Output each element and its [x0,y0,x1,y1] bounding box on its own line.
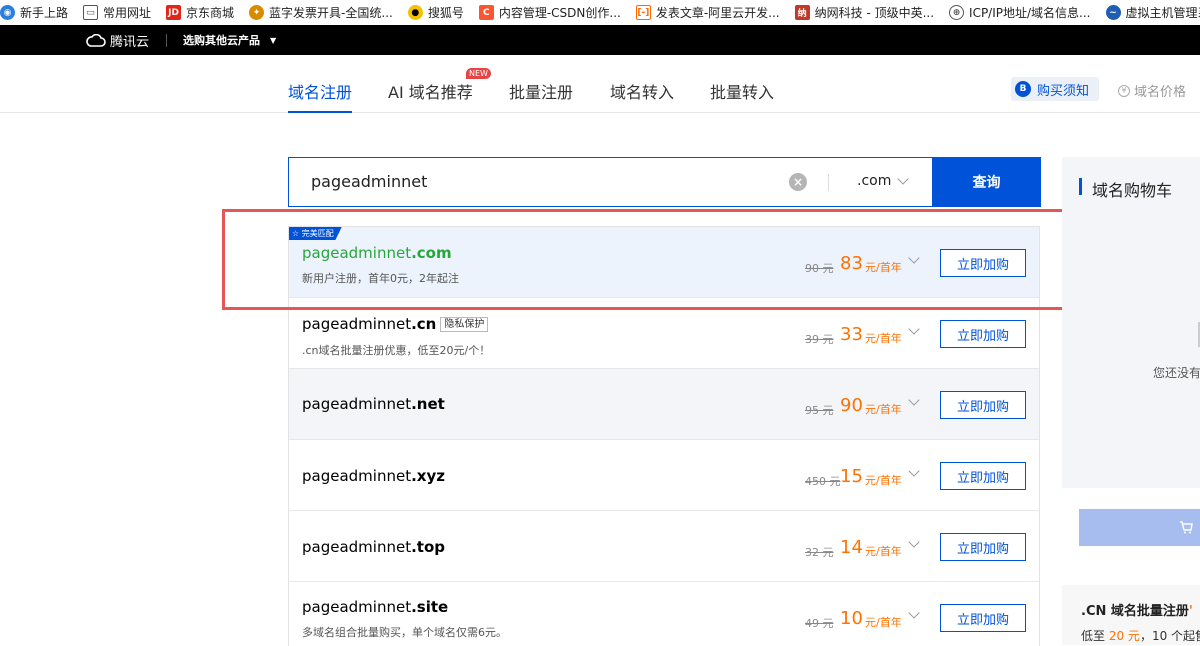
add-to-cart-button[interactable]: 立即加购 [940,391,1026,419]
table-row: pageadminnet.net 95 元 90 元/首年 立即加购 [289,369,1039,440]
chevron-down-icon[interactable] [908,465,919,476]
tab-batch-register[interactable]: 批量注册 [509,79,573,103]
bookmark-item[interactable]: ◉新手上路 [0,4,68,21]
bookmark-item[interactable]: ✦蓝字发票开具-全国统... [249,4,393,21]
active-tab-indicator [288,111,352,113]
globe-icon: ⊕ [949,5,964,20]
bookmark-item[interactable]: ●搜狐号 [408,4,464,21]
bookmark-item[interactable]: JD京东商城 [166,4,234,21]
caret-down-icon: ▼ [270,36,276,45]
tab-domain-register[interactable]: 域名注册 [288,79,352,103]
domain-desc: 多域名组合批量购买，单个域名仅需6元。 [302,624,507,640]
original-price: 39 元 [805,331,834,347]
divider [828,174,829,191]
tab-batch-transfer[interactable]: 批量转入 [710,79,774,103]
domain-name: pageadminnet.top [302,538,445,556]
bookmark-item[interactable]: ▭常用网址 [83,4,151,21]
chevron-down-icon[interactable] [908,394,919,405]
table-row: pageadminnet.site 多域名组合批量购买，单个域名仅需6元。 49… [289,582,1039,646]
clear-icon[interactable]: × [789,173,807,191]
domain-desc: .cn域名批量注册优惠，低至20元/个！ [302,342,490,358]
bookmark-item[interactable]: C内容管理-CSDN创作... [479,4,621,21]
tab-domain-transfer[interactable]: 域名转入 [610,79,674,103]
bookmark-item[interactable]: ~虚拟主机管理系统 [1106,4,1200,21]
cart-icon [1179,521,1193,534]
domain-name: pageadminnet.net [302,395,445,413]
bookmark-item[interactable]: 纳纳网科技 - 顶级中英... [795,4,934,21]
host-icon: ~ [1106,5,1121,20]
cloud-icon [86,34,106,48]
price: 90 [840,395,863,416]
sohu-icon: ● [408,5,423,20]
price-unit: 元/首年 [865,614,902,630]
yen-icon: ¥ [1118,85,1130,97]
domain-price-link[interactable]: ¥ 域名价格 [1118,81,1186,100]
price-unit: 元/首年 [865,401,902,417]
purchase-notice-button[interactable]: B 购买须知 [1011,77,1099,101]
price-unit: 元/首年 [865,330,902,346]
jd-icon: JD [166,5,181,20]
price-unit: 元/首年 [865,472,902,488]
original-price: 49 元 [805,615,834,631]
chevron-down-icon [898,173,909,184]
domain-name: pageadminnet.site [302,598,448,616]
aliyun-icon: [-] [636,5,651,20]
csdn-icon: C [479,5,494,20]
cart-empty-text: 您还没有 [1153,364,1200,381]
original-price: 32 元 [805,544,834,560]
bookmarks-bar: ◉新手上路 ▭常用网址 JD京东商城 ✦蓝字发票开具-全国统... ●搜狐号 C… [0,0,1200,25]
cart-title: 域名购物车 [1092,177,1172,201]
domain-search-box: pageadminnet × .com 查询 [288,157,1040,207]
chevron-down-icon[interactable] [908,323,919,334]
divider [166,34,167,47]
promo-text: 低至 20 元，10 个起售 [1081,627,1200,644]
price-unit: 元/首年 [865,543,902,559]
original-price: 95 元 [805,402,834,418]
chevron-down-icon[interactable] [908,536,919,547]
table-row: pageadminnet.top 32 元 14 元/首年 立即加购 [289,511,1039,582]
book-icon: B [1015,81,1031,97]
cn-promo-card[interactable]: .CN 域名批量注册' 低至 20 元，10 个起售 [1062,585,1200,645]
product-menu-dropdown[interactable]: 选购其他云产品 ▼ [183,32,276,48]
add-to-cart-button[interactable]: 立即加购 [940,533,1026,561]
tencent-cloud-logo[interactable]: 腾讯云 [86,31,149,50]
privacy-tag: 隐私保护 [440,317,488,332]
price: 14 [840,537,863,558]
globe-icon: ◉ [0,5,15,20]
bookmark-item[interactable]: ⊕ICP/IP地址/域名信息... [949,4,1090,21]
bookmark-item[interactable]: [-]发表文章-阿里云开发... [636,4,780,21]
chevron-down-icon[interactable] [908,607,919,618]
suffix-select[interactable]: .com [857,173,907,189]
price: 33 [840,324,863,345]
emblem-icon: ✦ [249,5,264,20]
add-to-cart-button[interactable]: 立即加购 [940,462,1026,490]
folder-icon: ▭ [83,5,98,20]
promo-title: .CN 域名批量注册' [1081,600,1193,619]
top-nav-bar: 腾讯云 选购其他云产品 ▼ [0,25,1200,55]
domain-name: pageadminnet.xyz [302,467,445,485]
tab-ai-domain[interactable]: AI 域名推荐 [388,79,473,103]
add-to-cart-button[interactable]: 立即加购 [940,604,1026,632]
checkout-button[interactable] [1079,509,1200,546]
domain-cart-panel: 域名购物车 您还没有 [1062,157,1200,488]
new-badge: NEW [466,68,491,79]
highlight-frame [222,209,1076,310]
price: 10 [840,608,863,629]
title-accent-bar [1079,178,1082,195]
add-to-cart-button[interactable]: 立即加购 [940,320,1026,348]
search-input[interactable]: pageadminnet [311,172,427,191]
table-row: pageadminnet.xyz 450 元 15 元/首年 立即加购 [289,440,1039,511]
query-button[interactable]: 查询 [932,157,1041,207]
original-price: 450 元 [805,473,841,489]
domain-tabs: 域名注册 AI 域名推荐 NEW 批量注册 域名转入 批量转入 B 购买须知 ¥… [0,55,1200,113]
domain-name: pageadminnet.cn隐私保护 [302,315,488,333]
price: 15 [840,466,863,487]
nawang-icon: 纳 [795,5,810,20]
